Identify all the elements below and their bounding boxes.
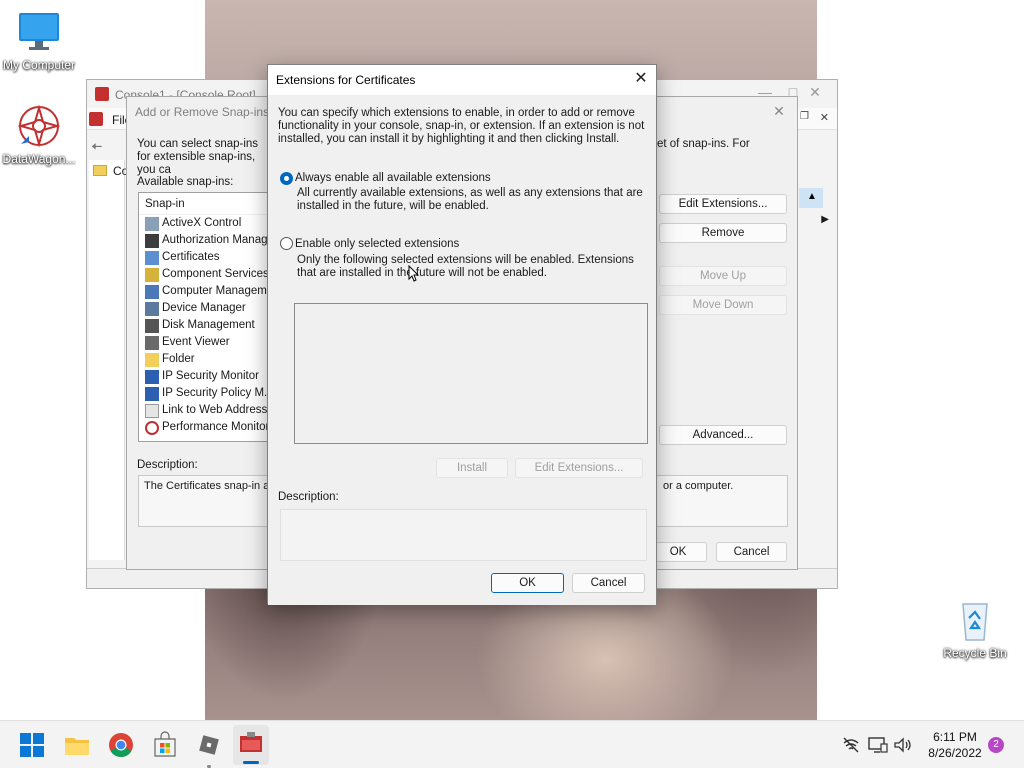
- advanced-button[interactable]: Advanced...: [659, 425, 787, 445]
- link-icon: [145, 403, 159, 418]
- list-item[interactable]: Device Manager: [139, 300, 277, 317]
- description-box: [280, 509, 647, 561]
- folder-icon: [93, 165, 107, 176]
- desktop-icon-recycle-bin[interactable]: Recycle Bin: [937, 598, 1013, 660]
- list-item[interactable]: IP Security Policy M...: [139, 385, 277, 402]
- network-disconnected-icon[interactable]: [842, 737, 860, 768]
- list-item[interactable]: Performance Monitor: [139, 419, 277, 436]
- description-text-right: or a computer.: [663, 480, 734, 492]
- available-snapins-list[interactable]: Snap-in ActiveX Control Authorization Ma…: [138, 192, 278, 442]
- authorization-icon: [145, 233, 159, 248]
- move-down-button[interactable]: Move Down: [659, 295, 787, 315]
- intro-text: You can specify which extensions to enab…: [278, 107, 645, 145]
- option-all-label[interactable]: Always enable all available extensions: [295, 172, 491, 185]
- tree-pane: Co: [89, 160, 128, 560]
- intro-text: You can select snap-ins for extensible s…: [137, 138, 259, 176]
- column-header-snapin[interactable]: Snap-in: [139, 193, 277, 215]
- roblox-icon[interactable]: [193, 729, 225, 768]
- list-item[interactable]: Folder: [139, 351, 277, 368]
- activex-icon: [145, 216, 159, 231]
- move-up-button[interactable]: Move Up: [659, 266, 787, 286]
- list-item[interactable]: Event Viewer: [139, 334, 277, 351]
- list-item[interactable]: ActiveX Control: [139, 215, 277, 232]
- dialog-title: Extensions for Certificates: [276, 73, 416, 87]
- desktop-icon-datawagon[interactable]: DataWagon...: [1, 104, 77, 166]
- remove-button[interactable]: Remove: [659, 223, 787, 243]
- mouse-cursor-icon: [408, 265, 420, 282]
- folder-icon: [145, 352, 159, 367]
- edit-extensions-button[interactable]: Edit Extensions...: [515, 458, 643, 478]
- list-item[interactable]: Computer Managem...: [139, 283, 277, 300]
- mmc-console-icon[interactable]: [233, 725, 269, 765]
- restore-child-button[interactable]: ❐: [800, 111, 809, 122]
- list-item[interactable]: IP Security Monitor: [139, 368, 277, 385]
- intro-text-right: et of snap-ins. For: [657, 138, 750, 150]
- ip-security-monitor-icon: [145, 369, 159, 384]
- active-indicator: [243, 761, 259, 764]
- certificate-icon: [145, 250, 159, 265]
- notification-badge[interactable]: 2: [988, 737, 1004, 753]
- device-manager-icon: [145, 301, 159, 316]
- description-text: The Certificates snap-in al: [144, 480, 272, 492]
- option-selected-label[interactable]: Enable only selected extensions: [295, 238, 459, 251]
- extensions-dialog: Extensions for Certificates ✕ You can sp…: [267, 64, 657, 605]
- radio-always-enable-all[interactable]: [280, 172, 293, 185]
- actions-header: ▲: [799, 188, 823, 208]
- close-button[interactable]: ✕: [626, 65, 656, 95]
- dialog-title: Add or Remove Snap-ins: [135, 105, 270, 119]
- clock-date: 8/26/2022: [928, 746, 982, 760]
- cancel-button[interactable]: Cancel: [572, 573, 645, 593]
- cancel-button[interactable]: Cancel: [716, 542, 787, 562]
- windows-start-icon[interactable]: [16, 729, 48, 761]
- title-bar: Extensions for Certificates ✕: [268, 65, 656, 95]
- computer-management-icon: [145, 284, 159, 299]
- list-item[interactable]: Certificates: [139, 249, 277, 266]
- list-item[interactable]: Disk Management: [139, 317, 277, 334]
- chrome-icon[interactable]: [105, 729, 137, 761]
- extensions-list[interactable]: [294, 303, 648, 444]
- option-all-description: All currently available extensions, as w…: [297, 187, 643, 212]
- description-label: Description:: [137, 459, 198, 471]
- file-explorer-icon[interactable]: [61, 729, 93, 761]
- available-snapins-label: Available snap-ins:: [137, 176, 234, 188]
- recycle-bin-icon: [953, 598, 997, 642]
- datawagon-app-icon: [17, 104, 61, 148]
- close-child-button[interactable]: ✕: [820, 111, 829, 124]
- radio-enable-only-selected[interactable]: [280, 237, 293, 250]
- clock-time: 6:11 PM: [933, 730, 977, 744]
- desktop-icon-label: DataWagon...: [2, 152, 76, 166]
- dialog-body: You can specify which extensions to enab…: [268, 95, 656, 605]
- mmc-menu-icon: [89, 112, 103, 126]
- event-viewer-icon: [145, 335, 159, 350]
- clock[interactable]: 6:11 PM 8/26/2022: [924, 729, 986, 768]
- edit-extensions-button[interactable]: Edit Extensions...: [659, 194, 787, 214]
- close-button[interactable]: ✕: [801, 80, 829, 104]
- ip-security-policy-icon: [145, 386, 159, 401]
- taskbar: 6:11 PM 8/26/2022 2: [0, 720, 1024, 768]
- volume-icon[interactable]: [893, 736, 913, 768]
- desktop-icon-my-computer[interactable]: My Computer: [1, 10, 77, 72]
- ok-button[interactable]: OK: [649, 542, 707, 562]
- desktop-icon-label: Recycle Bin: [943, 646, 1007, 660]
- close-button[interactable]: ✕: [765, 99, 793, 123]
- disk-management-icon: [145, 318, 159, 333]
- description-label: Description:: [278, 491, 339, 503]
- list-item[interactable]: Authorization Manager: [139, 232, 277, 249]
- list-item[interactable]: Component Services: [139, 266, 277, 283]
- desktop-icon-label: My Computer: [2, 58, 76, 72]
- expand-arrow-icon[interactable]: ▶: [821, 214, 829, 225]
- performance-monitor-icon: [145, 420, 159, 435]
- option-selected-description: Only the following selected extensions w…: [297, 254, 634, 279]
- display-icon[interactable]: [868, 736, 888, 768]
- component-services-icon: [145, 267, 159, 282]
- list-item[interactable]: Link to Web Address: [139, 402, 277, 419]
- microsoft-store-icon[interactable]: [149, 729, 181, 761]
- install-button[interactable]: Install: [436, 458, 508, 478]
- mmc-app-icon: [95, 87, 109, 101]
- back-arrow-icon[interactable]: 🠄: [91, 136, 102, 160]
- ok-button[interactable]: OK: [491, 573, 564, 593]
- collapse-arrow-icon[interactable]: ▲: [807, 191, 817, 202]
- monitor-icon: [17, 10, 61, 54]
